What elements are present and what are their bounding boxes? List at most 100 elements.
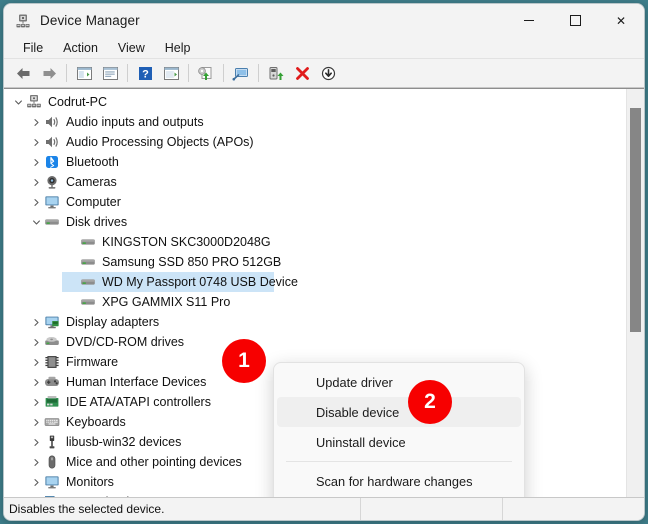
context-menu[interactable]: Update driver Disable device Uninstall dev…: [273, 362, 525, 497]
tree-item-label: Human Interface Devices: [66, 375, 207, 389]
disable-device-icon: [321, 66, 335, 80]
optical-drive-icon: [43, 334, 61, 350]
show-hide-action-pane-icon: [163, 66, 179, 80]
context-menu-item-label: Update driver: [316, 374, 393, 390]
close-icon: ✕: [615, 13, 627, 28]
show-hide-action-pane-button[interactable]: [158, 61, 184, 85]
minimize-button[interactable]: [506, 4, 552, 37]
chevron-right-icon[interactable]: [30, 118, 43, 127]
chevron-down-icon[interactable]: [12, 98, 25, 107]
context-menu-update-driver[interactable]: Update driver: [277, 367, 521, 397]
chevron-right-icon[interactable]: [30, 358, 43, 367]
uninstall-device-button[interactable]: [289, 61, 315, 85]
mouse-icon: [43, 454, 61, 470]
status-divider: [502, 498, 503, 520]
chevron-right-icon[interactable]: [30, 198, 43, 207]
tree-item-codrut-pc[interactable]: Codrut-PC: [4, 92, 626, 112]
chevron-down-icon[interactable]: [30, 218, 43, 227]
tree-item-label: Codrut-PC: [48, 95, 108, 109]
show-hide-console-tree-button[interactable]: [71, 61, 97, 85]
disk-drive-icon: [79, 254, 97, 270]
chevron-right-icon[interactable]: [30, 158, 43, 167]
speaker-icon: [43, 134, 61, 150]
tree-item-label: KINGSTON SKC3000D2048G: [102, 235, 271, 249]
chevron-right-icon[interactable]: [30, 478, 43, 487]
context-menu-uninstall-device[interactable]: Uninstall device: [277, 427, 521, 457]
disk-drive-icon: [79, 294, 97, 310]
disk-drive-icon: [79, 274, 97, 290]
menu-bar: File Action View Help: [4, 37, 644, 59]
tree-item-label: Computer: [66, 195, 121, 209]
chevron-right-icon[interactable]: [30, 338, 43, 347]
tree-item-computer[interactable]: Computer: [4, 192, 626, 212]
back-button[interactable]: [10, 61, 36, 85]
toolbar-separator: [127, 64, 128, 82]
gamepad-icon: [43, 374, 61, 390]
tree-item-disk-drives[interactable]: Disk drives: [4, 212, 626, 232]
svg-text:?: ?: [142, 68, 149, 80]
forward-button[interactable]: [36, 61, 62, 85]
tree-item-dvd-cd-rom-drives[interactable]: DVD/CD-ROM drives: [4, 332, 626, 352]
menu-file[interactable]: File: [14, 40, 52, 56]
maximize-button[interactable]: [552, 4, 598, 37]
menu-help[interactable]: Help: [156, 40, 200, 56]
context-menu-disable-device[interactable]: Disable device: [277, 397, 521, 427]
tree-item-wd-my-passport-0748-usb-device[interactable]: WD My Passport 0748 USB Device: [4, 272, 626, 292]
scrollbar-thumb[interactable]: [630, 108, 641, 332]
tree-item-display-adapters[interactable]: Display adapters: [4, 312, 626, 332]
context-menu-separator: [286, 461, 512, 462]
forward-icon: [43, 67, 56, 79]
tree-item-cameras[interactable]: Cameras: [4, 172, 626, 192]
caption-buttons: ✕: [506, 4, 644, 37]
tree-item-label: IDE ATA/ATAPI controllers: [66, 395, 211, 409]
tree-item-bluetooth[interactable]: Bluetooth: [4, 152, 626, 172]
tree-item-audio-processing-objects-apos[interactable]: Audio Processing Objects (APOs): [4, 132, 626, 152]
chevron-right-icon[interactable]: [30, 138, 43, 147]
context-menu-item-label: Scan for hardware changes: [316, 473, 473, 489]
tree-item-kingston-skc3000d2048g[interactable]: KINGSTON SKC3000D2048G: [4, 232, 626, 252]
chevron-right-icon[interactable]: [30, 398, 43, 407]
disable-device-button[interactable]: [315, 61, 341, 85]
chevron-right-icon[interactable]: [30, 438, 43, 447]
toolbar-separator: [223, 64, 224, 82]
toolbar: ?: [4, 59, 644, 88]
chevron-right-icon[interactable]: [30, 418, 43, 427]
chevron-right-icon[interactable]: [30, 378, 43, 387]
status-message: Disables the selected device.: [9, 502, 165, 516]
disk-drive-icon: [79, 234, 97, 250]
tree-item-audio-inputs-and-outputs[interactable]: Audio inputs and outputs: [4, 112, 626, 132]
tree-item-xpg-gammix-s11-pro[interactable]: XPG GAMMIX S11 Pro: [4, 292, 626, 312]
properties-button[interactable]: [97, 61, 123, 85]
tree-item-label: Bluetooth: [66, 155, 119, 169]
usb-device-icon: [43, 434, 61, 450]
tree-item-samsung-ssd-850-pro-512gb[interactable]: Samsung SSD 850 PRO 512GB: [4, 252, 626, 272]
firmware-chip-icon: [43, 354, 61, 370]
minimize-icon: [524, 20, 534, 21]
display-adapter-icon: [43, 314, 61, 330]
tree-item-label: Disk drives: [66, 215, 128, 229]
menu-view[interactable]: View: [109, 40, 154, 56]
chevron-right-icon[interactable]: [30, 178, 43, 187]
status-divider: [360, 498, 361, 520]
vertical-scrollbar[interactable]: [626, 89, 644, 497]
update-driver-button[interactable]: [193, 61, 219, 85]
computer-root-icon: [25, 94, 43, 110]
camera-icon: [43, 174, 61, 190]
chevron-right-icon[interactable]: [30, 318, 43, 327]
context-menu-scan-for-hardware-changes[interactable]: Scan for hardware changes: [277, 466, 521, 496]
toolbar-separator: [188, 64, 189, 82]
uninstall-device-icon: [295, 66, 309, 80]
back-icon: [16, 67, 29, 79]
scan-for-hardware-changes-button[interactable]: [228, 61, 254, 85]
close-button[interactable]: ✕: [598, 4, 644, 37]
tree-item-label: Monitors: [66, 475, 114, 489]
device-manager-icon: [15, 13, 31, 29]
enable-device-icon: [269, 66, 284, 80]
chevron-right-icon[interactable]: [30, 458, 43, 467]
tree-item-label: XPG GAMMIX S11 Pro: [102, 295, 231, 309]
tree-item-label: WD My Passport 0748 USB Device: [102, 275, 298, 289]
menu-action[interactable]: Action: [54, 40, 107, 56]
enable-device-button[interactable]: [263, 61, 289, 85]
help-button[interactable]: ?: [132, 61, 158, 85]
tree-item-label: Keyboards: [66, 415, 126, 429]
